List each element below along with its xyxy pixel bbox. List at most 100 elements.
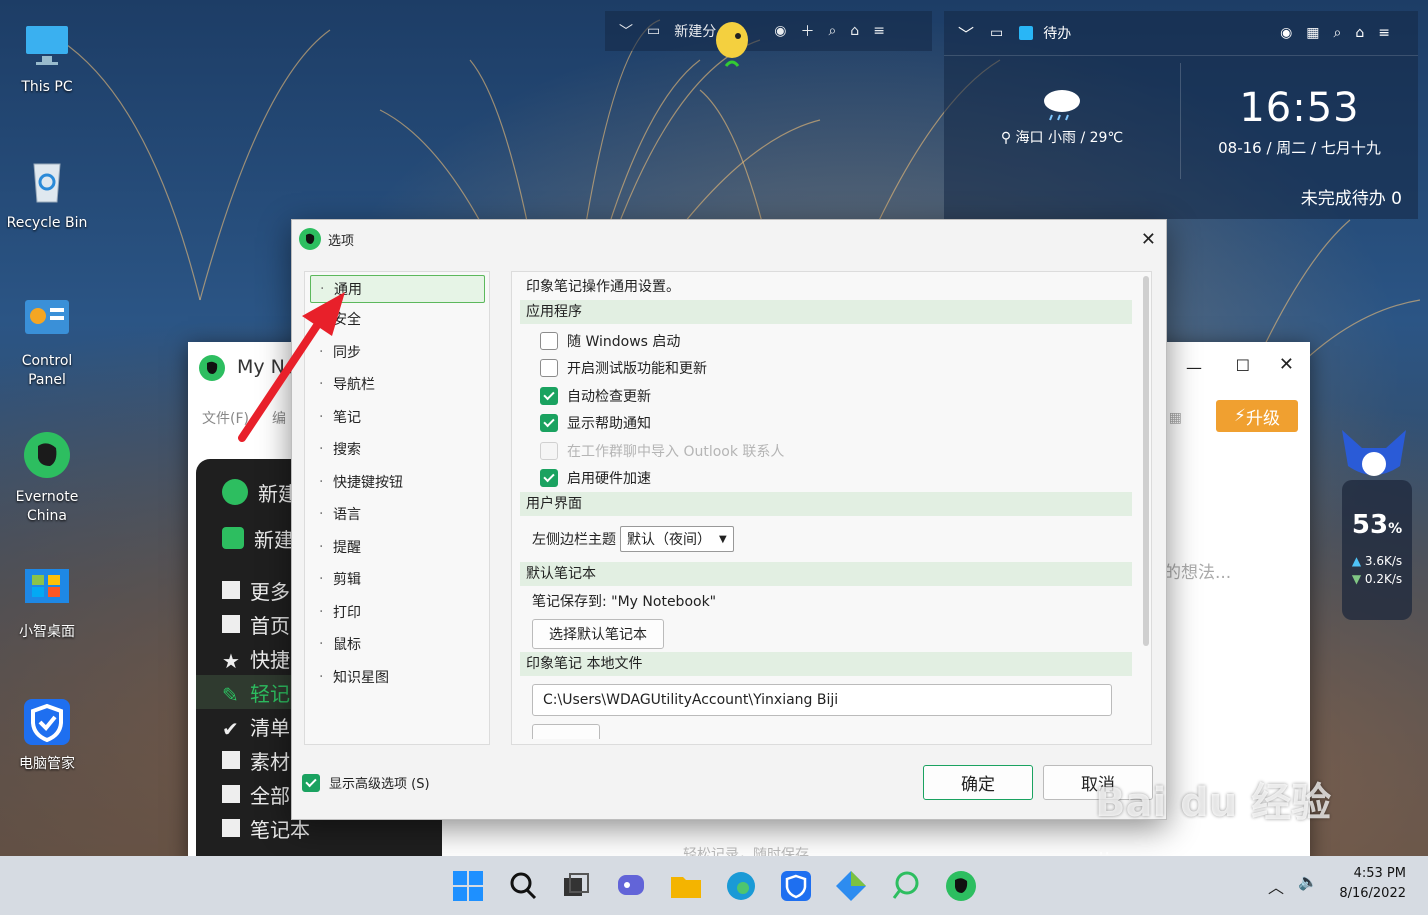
download-arrow-icon: ▼ [1351,572,1362,586]
nav-item-clipper[interactable]: 剪辑 [305,563,489,596]
option-start-with-windows[interactable]: 随 Windows 启动 [520,327,1132,355]
theme-select[interactable]: 默认（夜间） ▼ [620,526,734,552]
doc-icon [222,785,240,803]
annotation-arrow-icon [238,292,345,442]
checkbox-checked[interactable] [540,414,558,433]
option-label: 启用硬件加速 [567,471,651,488]
nav-item-shortcut-buttons[interactable]: 快捷键按钮 [305,466,489,499]
checkbox-checked[interactable] [540,469,558,488]
desktop-icon-xiaozhi[interactable]: 小智桌面 [4,565,90,642]
option-auto-update[interactable]: 自动检查更新 [520,382,1132,410]
file-explorer-icon[interactable] [668,868,704,904]
volume-icon[interactable]: 🔈 [1298,872,1318,891]
new-doc-icon [222,527,244,549]
todo-status[interactable]: 未完成待办 0 [1301,184,1402,209]
todo-check-icon [1019,26,1034,40]
close-icon[interactable]: ✕ [1279,354,1294,375]
user-icon[interactable]: ◉ [774,23,786,39]
local-path-field[interactable]: C:\Users\WDAGUtilityAccount\Yinxiang Bij… [532,684,1112,716]
chat-bubble-icon[interactable] [888,868,924,904]
chevron-down-icon[interactable]: ﹀ [958,21,974,45]
intro-text: 印象笔记操作通用设置。 [526,279,680,295]
task-view-icon[interactable] [558,868,594,904]
grid-icon [222,581,240,599]
option-hardware-acceleration[interactable]: 启用硬件加速 [520,465,1132,493]
shirt-icon[interactable]: ⌂ [850,23,859,39]
evernote-taskbar-icon[interactable] [943,868,979,904]
options-content: 印象笔记操作通用设置。 应用程序 随 Windows 启动 开启测试版功能和更新… [511,271,1152,745]
location-pin-icon: ⚲ [1000,130,1012,146]
widget-toolbar-icons[interactable]: ◉▦⌕⌂≡ [1280,25,1404,41]
tray-time: 4:53 PM [1353,866,1406,881]
checkbox[interactable] [540,359,558,378]
minimize-icon[interactable]: — [1186,358,1202,377]
desktop-icon-label: Recycle Bin [6,215,88,231]
nav-item-language[interactable]: 语言 [305,498,489,531]
choose-notebook-button[interactable]: 选择默认笔记本 [532,619,664,649]
content-scrollbar[interactable] [1143,276,1149,646]
chevron-down-icon[interactable]: ﹀ [619,21,633,41]
evernote-icon [24,432,70,478]
notebook-cube-icon[interactable]: ▦ [1169,410,1182,426]
desktop-icon-label: This PC [21,79,73,95]
home-icon [222,615,240,633]
clock-pane: 16:53 08-16 / 周二 / 七月十九 [1181,63,1418,179]
checkbox-checked[interactable] [302,773,320,792]
tray-chevron-up-icon[interactable]: ︿ [1268,874,1284,898]
evernote-logo-icon [199,355,225,381]
checkbox[interactable] [540,331,558,350]
desktop-icon-control-panel[interactable]: Control Panel [4,294,90,390]
ok-button[interactable]: 确定 [923,765,1033,800]
plus-icon[interactable]: ＋ [800,21,814,41]
todo-weather-widget: ﹀ ▭ 待办 ◉▦⌕⌂≡ ⚲ 海口 小雨 / 29℃ 16:53 08-16 /… [944,11,1418,219]
clock-date: 08-16 / 周二 / 七月十九 [1218,139,1381,157]
maximize-icon[interactable]: ☐ [1236,356,1250,375]
monitor-icon [26,26,68,65]
desktop-icon-label: 小智桌面 [19,624,75,640]
window-icon[interactable]: ▭ [990,25,1003,41]
clock-time: 16:53 [1239,85,1360,131]
desktop-icon-label: Control Panel [21,353,73,388]
pc-manager-icon[interactable] [778,868,814,904]
section-ui: 用户界面 [520,492,1132,516]
sidebar-item-label: 快捷 [250,647,290,672]
desktop-icon-this-pc[interactable]: This PC [4,20,90,97]
close-icon[interactable]: ✕ [1141,229,1156,250]
search-icon[interactable] [505,868,541,904]
edge-icon[interactable] [723,868,759,904]
desktop-icon-recycle-bin[interactable]: Recycle Bin [4,156,90,233]
tray-clock[interactable]: 4:53 PM 8/16/2022 [1339,864,1406,904]
network-speed-widget[interactable]: 53% ▲ 3.6K/s ▼ 0.2K/s [1342,430,1412,620]
nav-item-knowledge-map[interactable]: 知识星图 [305,661,489,694]
section-app: 应用程序 [520,300,1132,324]
option-label: 随 Windows 启动 [567,333,681,350]
notebook-saved-text: 笔记保存到: "My Notebook" [532,594,717,610]
chat-icon[interactable] [613,868,649,904]
local-path-row: C:\Users\WDAGUtilityAccount\Yinxiang Bij… [520,676,1132,724]
xiaozhi-icon[interactable] [833,868,869,904]
search-icon[interactable]: ⌕ [828,23,836,39]
upload-speed: 3.6K/s [1364,554,1403,568]
show-advanced-label: 显示高级选项 (S) [329,777,430,792]
upgrade-button[interactable]: ⚡ 升级 [1216,400,1298,432]
change-location-button[interactable] [532,724,600,739]
menu-icon[interactable]: ≡ [873,23,885,39]
todo-title[interactable]: 待办 [1043,23,1071,43]
window-icon[interactable]: ▭ [647,23,660,39]
show-advanced-row[interactable]: 显示高级选项 (S) [302,773,430,792]
option-help-notifications[interactable]: 显示帮助通知 [520,410,1132,438]
desktop-icon-pc-manager[interactable]: 电脑管家 [4,697,90,774]
nav-item-mouse[interactable]: 鼠标 [305,628,489,661]
theme-row: 左侧边栏主题 默认（夜间） ▼ [520,516,1132,562]
checkbox-checked[interactable] [540,386,558,405]
option-import-outlook: 在工作群聊中导入 Outlook 联系人 [520,437,1132,465]
desktop-icon-evernote[interactable]: Evernote China [4,430,90,526]
option-beta-features[interactable]: 开启测试版功能和更新 [520,355,1132,383]
mascot-icon [716,22,748,67]
windows-start-icon[interactable] [450,868,486,904]
nav-item-print[interactable]: 打印 [305,596,489,629]
xiaozhi-desktop-icon [25,569,69,603]
control-panel-icon [25,300,69,334]
nav-item-reminders[interactable]: 提醒 [305,531,489,564]
sidebar-item-label: 更多 [250,579,290,604]
